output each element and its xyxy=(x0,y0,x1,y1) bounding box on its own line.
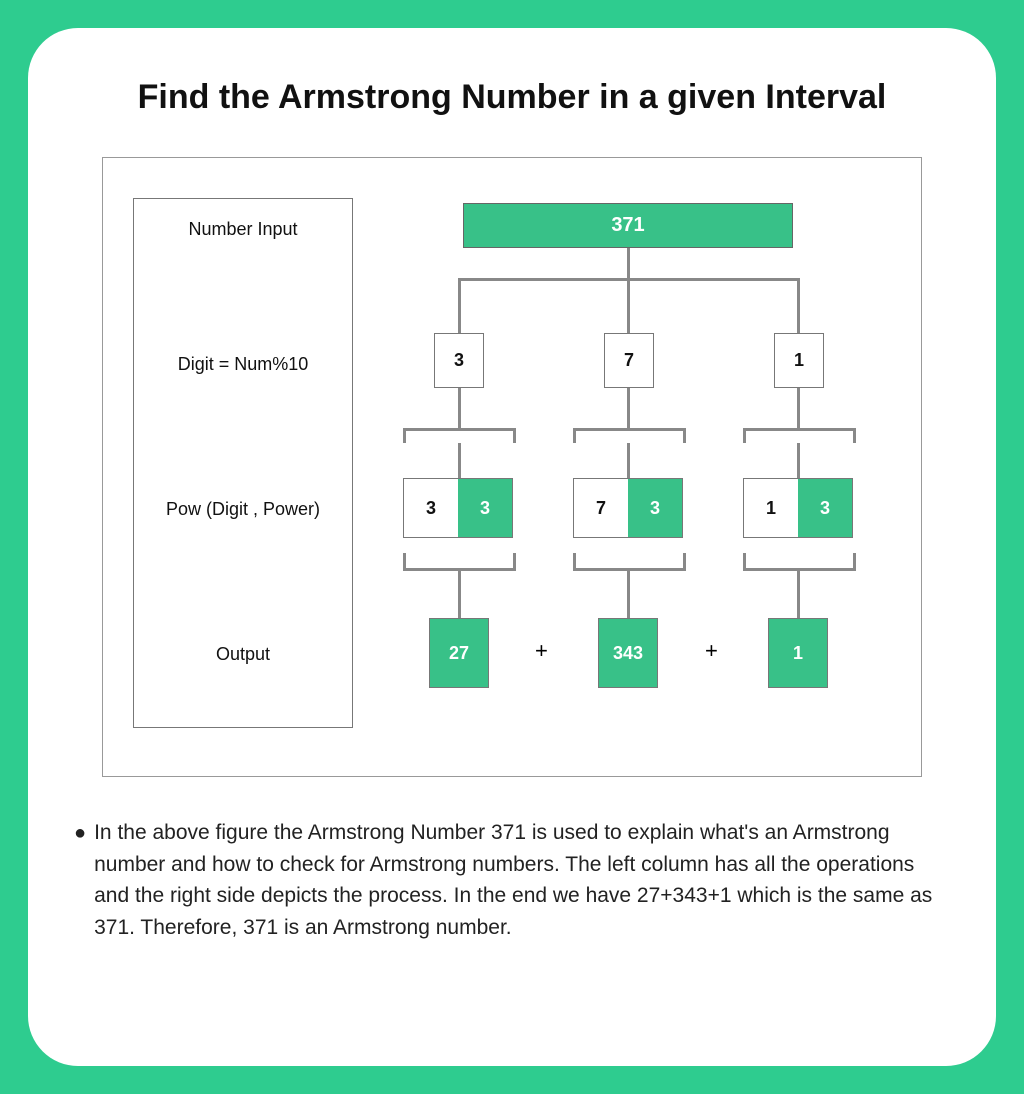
diagram-container: Number Input Digit = Num%10 Pow (Digit ,… xyxy=(102,157,922,777)
pow-exp-1: 3 xyxy=(458,479,512,537)
pow-base-2: 7 xyxy=(574,479,628,537)
bracket-line xyxy=(683,428,686,443)
bracket-line xyxy=(573,553,576,568)
legend-row-input: Number Input xyxy=(134,219,352,240)
bracket-line xyxy=(743,428,856,431)
output-cell-1: 27 xyxy=(429,618,489,688)
connector-line xyxy=(627,248,630,278)
description-text: In the above figure the Armstrong Number… xyxy=(94,817,950,943)
legend-row-digit: Digit = Num%10 xyxy=(134,354,352,375)
bracket-line xyxy=(573,428,576,443)
connector-line xyxy=(797,571,800,618)
output-cell-2: 343 xyxy=(598,618,658,688)
connector-line xyxy=(797,443,800,478)
bracket-line xyxy=(513,553,516,568)
connector-line xyxy=(627,443,630,478)
bracket-line xyxy=(573,428,686,431)
content-card: Find the Armstrong Number in a given Int… xyxy=(28,28,996,1066)
connector-line xyxy=(458,443,461,478)
pow-base-3: 1 xyxy=(744,479,798,537)
connector-line xyxy=(458,388,461,428)
connector-line xyxy=(458,571,461,618)
pow-pair-2: 7 3 xyxy=(573,478,683,538)
digit-cell-2: 7 xyxy=(604,333,654,388)
pow-base-1: 3 xyxy=(404,479,458,537)
legend-row-output: Output xyxy=(134,644,352,665)
description-block: ● In the above figure the Armstrong Numb… xyxy=(68,817,956,943)
bracket-line xyxy=(853,553,856,568)
connector-line xyxy=(458,278,461,333)
bullet-icon: ● xyxy=(74,817,86,849)
bracket-line xyxy=(403,428,516,431)
plus-1: + xyxy=(535,638,548,664)
digit-cell-1: 3 xyxy=(434,333,484,388)
connector-line xyxy=(627,388,630,428)
bracket-line xyxy=(853,428,856,443)
page-title: Find the Armstrong Number in a given Int… xyxy=(68,78,956,117)
pow-exp-3: 3 xyxy=(798,479,852,537)
connector-line xyxy=(797,278,800,333)
digit-cell-3: 1 xyxy=(774,333,824,388)
bracket-line xyxy=(683,553,686,568)
connector-line xyxy=(797,388,800,428)
bracket-line xyxy=(403,428,406,443)
bracket-line xyxy=(403,553,406,568)
legend-box: Number Input Digit = Num%10 Pow (Digit ,… xyxy=(133,198,353,728)
bracket-line xyxy=(743,428,746,443)
pow-pair-1: 3 3 xyxy=(403,478,513,538)
pow-exp-2: 3 xyxy=(628,479,682,537)
connector-line xyxy=(627,571,630,618)
connector-line xyxy=(627,278,630,333)
input-number-box: 371 xyxy=(463,203,793,248)
bracket-line xyxy=(513,428,516,443)
bracket-line xyxy=(743,553,746,568)
pow-pair-3: 1 3 xyxy=(743,478,853,538)
output-cell-3: 1 xyxy=(768,618,828,688)
legend-row-pow: Pow (Digit , Power) xyxy=(134,499,352,520)
plus-2: + xyxy=(705,638,718,664)
